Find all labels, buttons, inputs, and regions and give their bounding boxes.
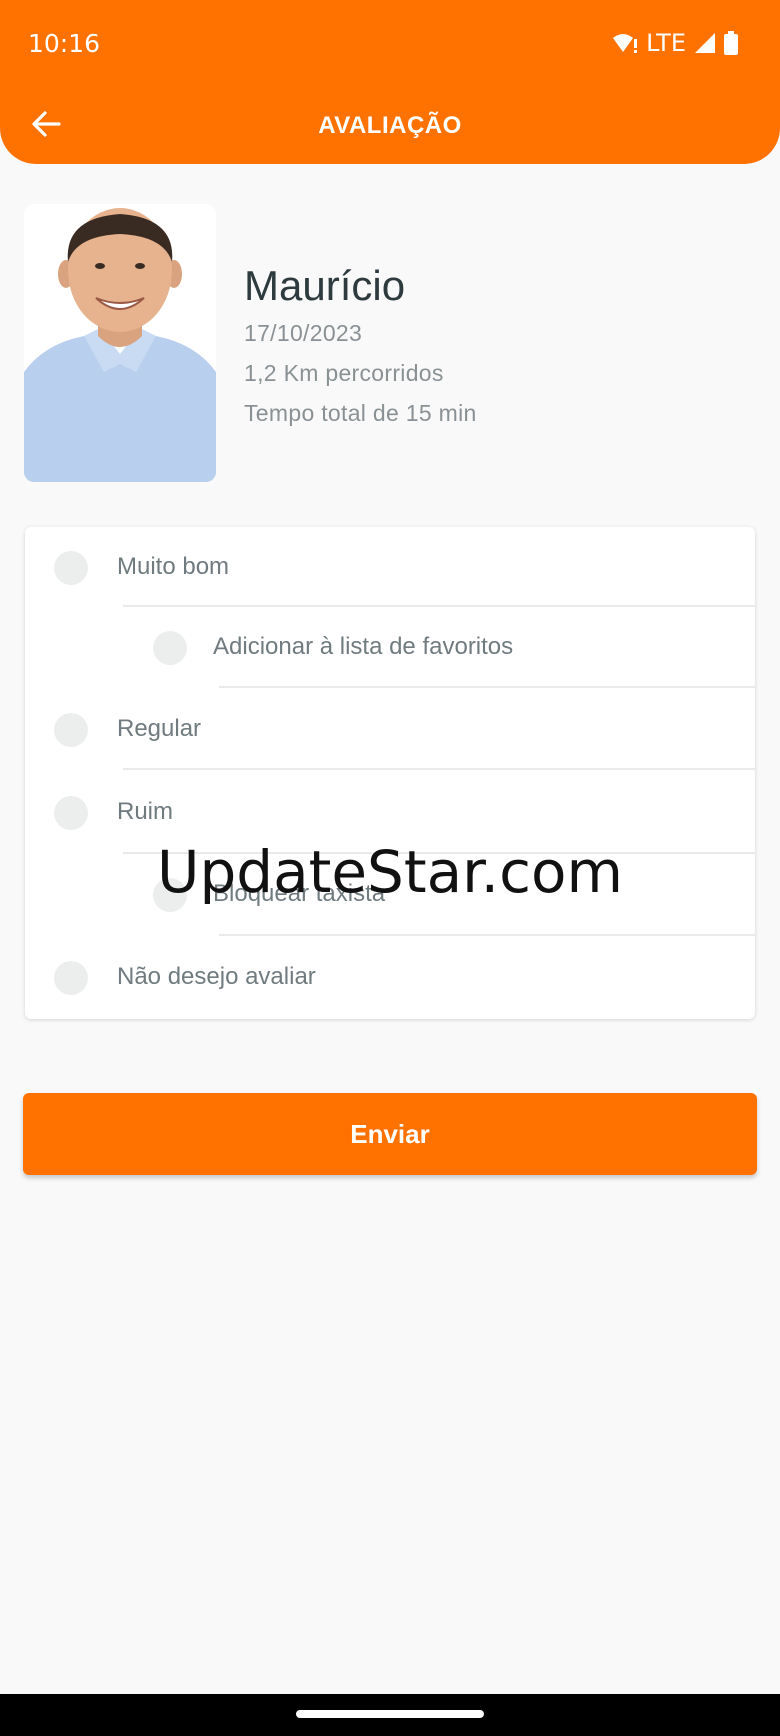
trip-distance: 1,2 Km percorridos	[244, 360, 444, 386]
radio-button[interactable]	[54, 551, 88, 585]
status-time: 10:16	[28, 29, 101, 58]
divider	[219, 686, 755, 688]
radio-button[interactable]	[153, 631, 187, 665]
status-icons: LTE	[612, 28, 738, 58]
option-adicionar-favoritos[interactable]: Adicionar à lista de favoritos	[25, 607, 755, 689]
driver-name: Maurício	[244, 262, 406, 309]
option-regular[interactable]: Regular	[25, 689, 755, 771]
driver-photo	[24, 204, 216, 482]
app-header: 10:16 LTE AVALIAÇÃO	[0, 0, 780, 164]
option-ruim[interactable]: Ruim	[25, 772, 755, 854]
rating-options-card: Muito bom Adicionar à lista de favoritos…	[25, 527, 755, 1019]
radio-button[interactable]	[54, 713, 88, 747]
option-label: Adicionar à lista de favoritos	[213, 633, 514, 660]
submit-button[interactable]: Enviar	[23, 1093, 757, 1175]
home-indicator[interactable]	[296, 1710, 484, 1718]
radio-button[interactable]	[153, 878, 187, 912]
wifi-alert-icon	[612, 32, 638, 54]
option-nao-desejo-avaliar[interactable]: Não desejo avaliar	[25, 937, 755, 1019]
radio-button[interactable]	[54, 796, 88, 830]
option-muito-bom[interactable]: Muito bom	[25, 527, 755, 609]
trip-duration: Tempo total de 15 min	[244, 400, 477, 426]
option-label: Não desejo avaliar	[117, 963, 316, 990]
option-bloquear-taxista[interactable]: Bloquear taxista	[25, 854, 755, 936]
system-nav-bar	[0, 1694, 780, 1736]
trip-date: 17/10/2023	[244, 320, 363, 346]
option-label: Regular	[117, 715, 202, 742]
signal-icon	[694, 32, 716, 54]
option-label: Bloquear taxista	[213, 880, 386, 907]
page-title: AVALIAÇÃO	[318, 112, 462, 139]
option-label: Muito bom	[117, 553, 230, 580]
radio-button[interactable]	[54, 961, 88, 995]
divider	[219, 934, 755, 936]
network-type-label: LTE	[646, 29, 686, 57]
battery-icon	[724, 31, 738, 55]
option-label: Ruim	[117, 798, 174, 825]
divider	[123, 768, 755, 770]
